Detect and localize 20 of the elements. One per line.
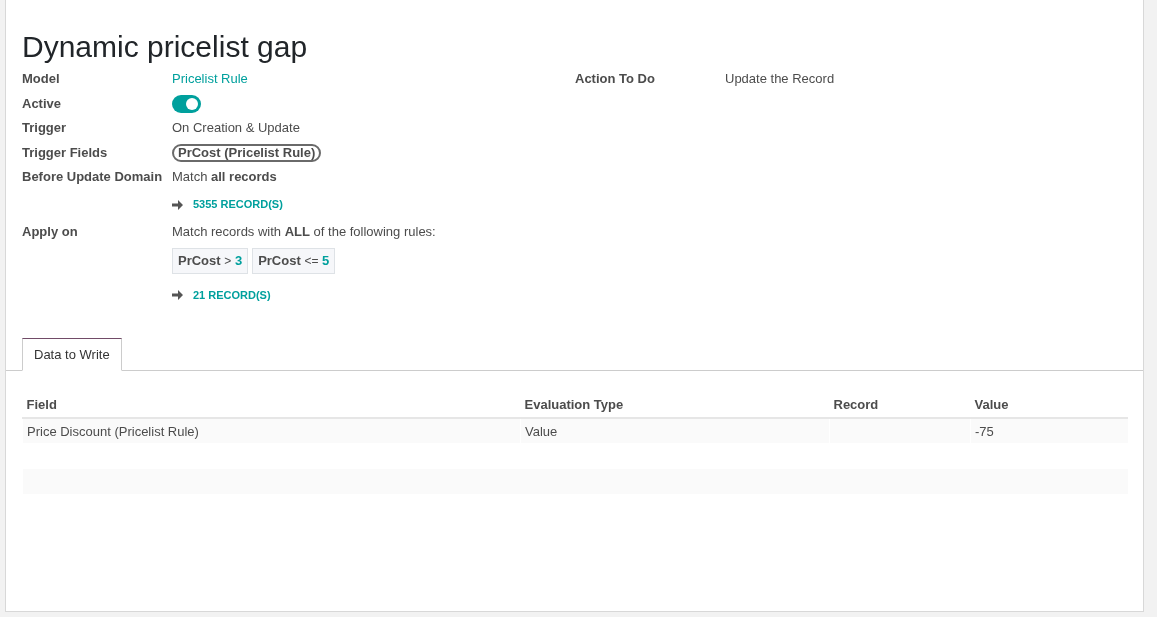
active-toggle[interactable] bbox=[172, 95, 201, 114]
notebook-tab[interactable]: Data to Write bbox=[22, 338, 122, 371]
field-label: Action To Do bbox=[575, 70, 656, 88]
table-cell: -75 bbox=[970, 418, 1128, 443]
field-label: Model bbox=[22, 70, 61, 88]
arrow-right-icon bbox=[172, 199, 183, 210]
field-label: Active bbox=[22, 94, 63, 113]
field-label: Apply on bbox=[22, 222, 79, 241]
field-value: On Creation & Update bbox=[172, 120, 300, 135]
domain-summary: Match records with ALL of the following rules: bbox=[172, 222, 436, 241]
table-cell: Value bbox=[520, 418, 830, 443]
field-value: Update the Record bbox=[725, 71, 835, 86]
arrow-right-icon bbox=[172, 290, 183, 300]
domain-summary: Match all records bbox=[172, 168, 278, 186]
field-label: Trigger Fields bbox=[22, 143, 109, 162]
record-title: Dynamic pricelist gap bbox=[22, 29, 309, 65]
field-tag: PrCost (Pricelist Rule) bbox=[172, 143, 322, 162]
table-cell: Price Discount (Pricelist Rule) bbox=[22, 418, 521, 443]
field-label: Trigger bbox=[22, 119, 68, 137]
field-label: Before Update Domain bbox=[22, 168, 164, 186]
